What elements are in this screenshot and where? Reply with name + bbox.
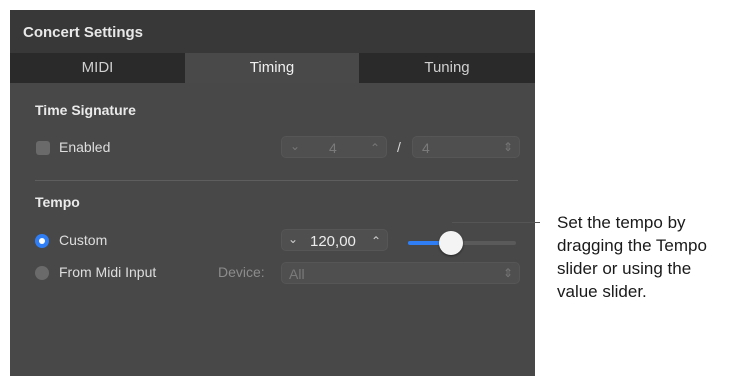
tempo-value-slider[interactable]: ⌄ 120,00 ⌃	[281, 229, 388, 251]
chevron-up-icon[interactable]: ⌃	[370, 141, 380, 155]
chevron-up-icon[interactable]: ⌃	[371, 234, 381, 248]
section-divider	[35, 180, 518, 181]
tab-midi[interactable]: MIDI	[10, 53, 185, 83]
custom-label: Custom	[59, 232, 108, 248]
device-value: All	[289, 266, 305, 282]
tab-tuning[interactable]: Tuning	[359, 53, 535, 83]
callout-text: Set the tempo by dragging the Tempo slid…	[557, 211, 737, 303]
callout-leader-line	[452, 222, 540, 223]
denominator-value: 4	[422, 140, 430, 156]
title-bar: Concert Settings	[10, 10, 535, 53]
callout-line-1: Set the tempo by	[557, 213, 686, 232]
tab-timing[interactable]: Timing	[185, 53, 359, 83]
callout-line-3: slider or using the	[557, 259, 692, 278]
numerator-value: 4	[329, 140, 337, 156]
chevron-down-icon[interactable]: ⌄	[288, 232, 298, 246]
enabled-checkbox[interactable]	[36, 141, 50, 155]
denominator-select[interactable]: 4 ⇕	[412, 136, 520, 158]
numerator-stepper[interactable]: ⌄ 4 ⌃	[281, 136, 387, 158]
callout-line-4: value slider.	[557, 282, 647, 301]
midi-input-label: From Midi Input	[59, 264, 157, 280]
tempo-slider-knob[interactable]	[439, 231, 464, 255]
signature-separator: /	[397, 139, 401, 155]
tab-bar: MIDI Timing Tuning	[10, 53, 535, 83]
callout-line-2: dragging the Tempo	[557, 236, 707, 255]
updown-icon: ⇕	[503, 140, 514, 154]
midi-input-radio[interactable]	[35, 266, 49, 280]
tempo-heading: Tempo	[35, 194, 80, 210]
time-signature-heading: Time Signature	[35, 102, 136, 118]
device-label: Device:	[218, 264, 265, 280]
updown-icon: ⇕	[503, 266, 514, 280]
tempo-value: 120,00	[310, 233, 356, 250]
enabled-label: Enabled	[59, 139, 111, 155]
custom-radio[interactable]	[35, 234, 49, 248]
chevron-down-icon[interactable]: ⌄	[290, 139, 300, 153]
concert-settings-window: Concert Settings MIDI Timing Tuning Time…	[10, 10, 535, 376]
window-title: Concert Settings	[23, 24, 144, 41]
device-select[interactable]: All ⇕	[281, 262, 520, 284]
